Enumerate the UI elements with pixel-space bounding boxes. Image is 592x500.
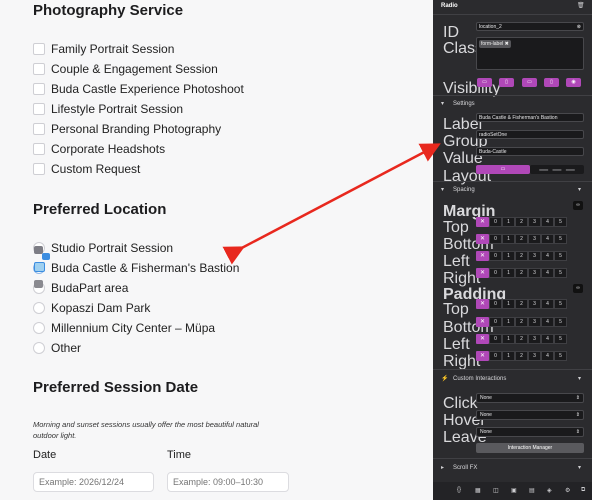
annotation-arrow xyxy=(222,143,441,265)
